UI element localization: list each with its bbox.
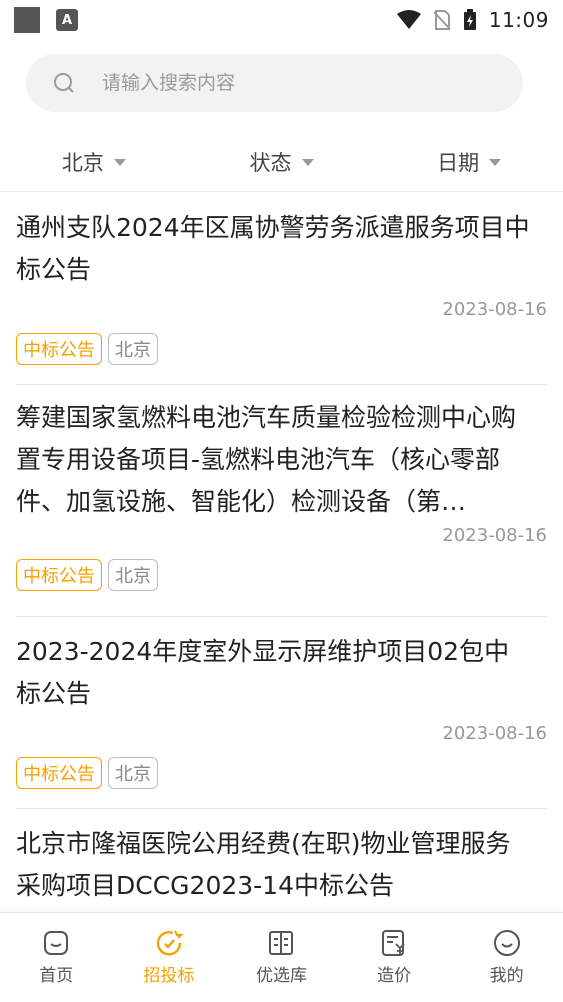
- city-tag: 北京: [108, 333, 158, 365]
- status-time: 11:09: [488, 8, 549, 32]
- status-right: 11:09: [396, 8, 549, 32]
- item-date: 2023-08-16: [442, 723, 547, 744]
- type-tag: 中标公告: [16, 559, 102, 591]
- status-bar: A 11:09: [0, 0, 563, 40]
- list-item[interactable]: 通州支队2024年区属协警劳务派遣服务项目中标公告 2023-08-16 中标公…: [16, 193, 547, 385]
- nav-profile[interactable]: 我的: [450, 913, 563, 1002]
- item-tags: 中标公告 北京: [16, 757, 547, 807]
- item-title: 筹建国家氢燃料电池汽车质量检验检测中心购置专用设备项目-氢燃料电池汽车（核心零部…: [16, 403, 517, 516]
- item-tags: 中标公告 北京: [16, 559, 547, 609]
- search-input[interactable]: [102, 72, 482, 94]
- nav-bidding[interactable]: 招投标: [113, 913, 226, 1002]
- bid-icon: [156, 930, 184, 956]
- nav-bidding-label: 招投标: [143, 966, 195, 986]
- list-item[interactable]: 北京市隆福医院公用经费(在职)物业管理服务采购项目DCCG2023-14中标公告: [16, 809, 547, 907]
- filter-status-label: 状态: [249, 150, 292, 175]
- city-tag: 北京: [108, 757, 158, 789]
- wifi-icon: [396, 10, 421, 29]
- nav-profile-label: 我的: [489, 966, 524, 986]
- type-tag: 中标公告: [16, 333, 102, 365]
- price-icon: [382, 930, 405, 956]
- filter-region[interactable]: 北京: [0, 132, 188, 191]
- filter-date-label: 日期: [437, 150, 480, 175]
- profile-icon: [493, 930, 520, 956]
- announcement-list: 通州支队2024年区属协警劳务派遣服务项目中标公告 2023-08-16 中标公…: [0, 193, 563, 907]
- bottom-nav: 首页 招投标 优选库 造价 我的: [0, 912, 563, 1002]
- item-title: 北京市隆福医院公用经费(在职)物业管理服务采购项目DCCG2023-14中标公告: [16, 829, 511, 900]
- nav-price[interactable]: 造价: [338, 913, 451, 1002]
- home-icon: [44, 931, 69, 955]
- caret-down-icon: [301, 159, 314, 166]
- filter-region-label: 北京: [61, 150, 104, 175]
- book-icon: [269, 931, 294, 955]
- city-tag: 北京: [108, 559, 158, 591]
- type-tag: 中标公告: [16, 757, 102, 789]
- nav-home[interactable]: 首页: [0, 913, 113, 1002]
- nav-home-label: 首页: [39, 966, 74, 986]
- app-notification-icon: [14, 7, 40, 33]
- search-icon: [54, 73, 74, 93]
- a-notification-icon: A: [56, 9, 78, 31]
- item-title: 2023-2024年度室外显示屏维护项目02包中标公告: [16, 637, 510, 708]
- filter-date[interactable]: 日期: [375, 132, 563, 191]
- filter-status[interactable]: 状态: [188, 132, 376, 191]
- item-date: 2023-08-16: [442, 299, 547, 320]
- nav-price-label: 造价: [377, 966, 412, 986]
- no-sim-icon: [433, 10, 451, 30]
- search-bar[interactable]: [26, 54, 523, 112]
- caret-down-icon: [489, 159, 502, 166]
- item-title: 通州支队2024年区属协警劳务派遣服务项目中标公告: [16, 213, 530, 284]
- nav-library[interactable]: 优选库: [225, 913, 338, 1002]
- list-item[interactable]: 筹建国家氢燃料电池汽车质量检验检测中心购置专用设备项目-氢燃料电池汽车（核心零部…: [16, 385, 547, 617]
- item-tags: 中标公告 北京: [16, 333, 547, 383]
- status-left: A: [14, 7, 78, 33]
- filter-bar: 北京 状态 日期: [0, 132, 563, 192]
- caret-down-icon: [113, 159, 126, 166]
- nav-library-label: 优选库: [255, 966, 307, 986]
- battery-charging-icon: [463, 9, 476, 30]
- item-date: 2023-08-16: [442, 525, 547, 546]
- list-item[interactable]: 2023-2024年度室外显示屏维护项目02包中标公告 2023-08-16 中…: [16, 617, 547, 809]
